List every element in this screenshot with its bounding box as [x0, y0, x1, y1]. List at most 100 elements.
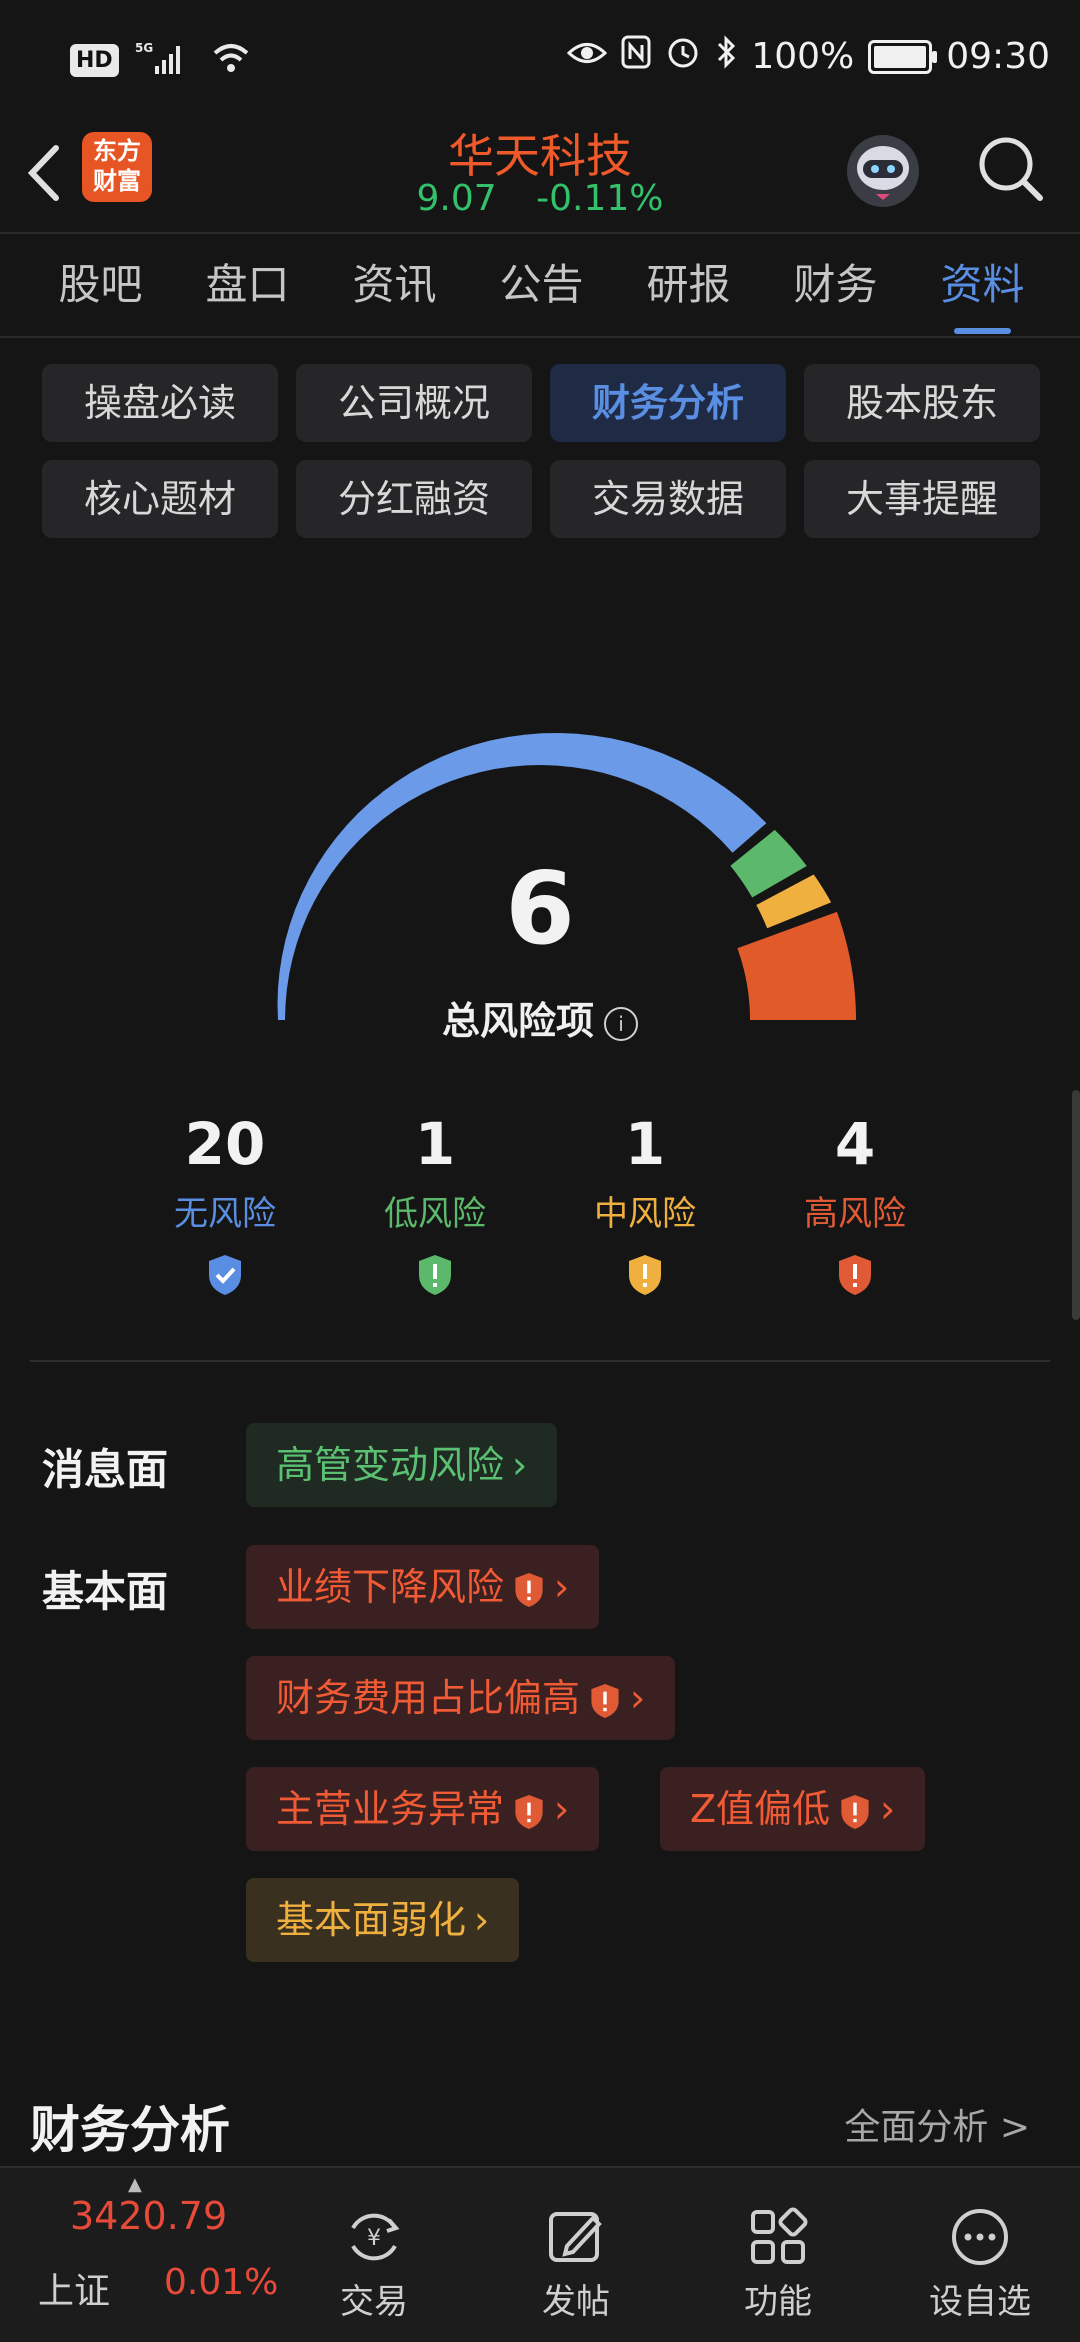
risk-stats: 20 无风险 1 低风险 1 中风险 4 高风险	[120, 1110, 960, 1301]
profile-subnav: 操盘必读 公司概况 财务分析 股本股东 核心题材 分红融资 交易数据 大事提醒	[42, 364, 1042, 538]
chip-events[interactable]: 大事提醒	[804, 460, 1040, 538]
tab-pankou[interactable]: 盘口	[174, 240, 321, 336]
main-tabs: 股吧 盘口 资讯 公告 研报 财务 资料	[0, 240, 1080, 336]
chip-trading-data[interactable]: 交易数据	[550, 460, 786, 538]
robot-assistant-icon[interactable]	[840, 128, 926, 214]
stock-header: 东方 财富 华天科技 9.07 -0.11%	[0, 120, 1080, 230]
risk-tag-label: Z值偏低	[690, 1787, 831, 1831]
expand-caret-icon[interactable]: ▲	[128, 2174, 142, 2195]
warning-shield-icon	[629, 1255, 661, 1295]
nav-add-watchlist[interactable]: 设自选	[880, 2206, 1080, 2323]
risk-tag-performance-decline[interactable]: 业绩下降风险 ›	[246, 1545, 600, 1629]
scrollbar[interactable]	[1072, 1090, 1080, 1320]
chip-core-themes[interactable]: 核心题材	[42, 460, 278, 538]
more-circle-icon	[952, 2209, 1008, 2265]
risk-tag-label: 基本面弱化	[276, 1898, 467, 1942]
risk-label: 无风险	[174, 1194, 276, 1234]
index-change[interactable]: 0.01%	[164, 2262, 278, 2303]
check-shield-icon	[209, 1255, 241, 1295]
chip-company-overview[interactable]: 公司概况	[296, 364, 532, 442]
yuan-cycle-icon: ¥	[351, 2213, 400, 2261]
chip-financial-analysis[interactable]: 财务分析	[550, 364, 786, 442]
battery-fill	[874, 45, 927, 68]
risk-gauge-svg	[277, 733, 856, 1020]
chip-shareholders[interactable]: 股本股东	[804, 364, 1040, 442]
alarm-icon	[665, 34, 701, 79]
risk-tag-main-business-abnormal[interactable]: 主营业务异常 ›	[246, 1767, 600, 1851]
risk-count: 4	[834, 1110, 876, 1178]
risk-label: 中风险	[594, 1194, 696, 1234]
nav-label: 设自选	[929, 2282, 1031, 2322]
warning-shield-icon	[515, 1794, 543, 1829]
risk-tag-fundamental-weakening[interactable]: 基本面弱化 ›	[246, 1878, 520, 1962]
signal-icon: 5G	[135, 40, 195, 80]
grid-icon	[751, 2207, 808, 2264]
index-name[interactable]: 上证	[38, 2262, 110, 2314]
risk-tag-label: 业绩下降风险	[276, 1565, 505, 1609]
nav-post[interactable]: 发帖	[476, 2206, 676, 2323]
5g-label: 5G	[135, 41, 153, 55]
tab-profile[interactable]: 资料	[909, 240, 1056, 336]
chevron-right-icon: ›	[554, 1565, 570, 1609]
risk-label: 高风险	[804, 1194, 906, 1234]
risk-stat-mid[interactable]: 1 中风险	[540, 1110, 750, 1301]
risk-tag-label: 高管变动风险	[276, 1443, 505, 1487]
tab-guba[interactable]: 股吧	[27, 240, 174, 336]
tab-finance[interactable]: 财务	[762, 240, 909, 336]
risk-count: 1	[414, 1110, 456, 1178]
warning-shield-icon	[419, 1255, 451, 1295]
divider	[0, 336, 1080, 338]
full-analysis-link[interactable]: 全面分析 >	[844, 2098, 1030, 2150]
chevron-right-icon: ›	[630, 1676, 646, 1720]
chevron-right-icon: ›	[474, 1898, 490, 1942]
nfc-icon	[621, 35, 651, 78]
chevron-right-icon: ›	[880, 1787, 896, 1831]
bluetooth-icon	[715, 34, 737, 79]
risk-tag-executive-change[interactable]: 高管变动风险 ›	[246, 1423, 558, 1507]
index-value[interactable]: 3420.79	[70, 2194, 227, 2238]
info-icon[interactable]: i	[604, 1006, 638, 1041]
stock-price: 9.07	[416, 178, 497, 219]
divider	[0, 232, 1080, 234]
risk-stat-high[interactable]: 4 高风险	[750, 1110, 960, 1301]
bottom-bar: ▲ 3420.79 上证 0.01% ¥ 交易 发帖 功能 设自选	[0, 2166, 1080, 2342]
warning-shield-icon	[841, 1794, 869, 1829]
nav-trade[interactable]: ¥ 交易	[274, 2206, 474, 2323]
fundamental-section-label: 基本面	[42, 1567, 169, 1616]
stock-change: -0.11%	[536, 178, 664, 219]
hd-icon: HD	[70, 43, 119, 77]
tab-news[interactable]: 资讯	[321, 240, 468, 336]
battery-icon	[868, 39, 938, 74]
news-tags: 高管变动风险 ›	[246, 1423, 558, 1507]
chip-dividends-financing[interactable]: 分红融资	[296, 460, 532, 538]
search-icon[interactable]	[976, 134, 1046, 204]
total-risk-label-text: 总风险项	[441, 999, 594, 1043]
risk-stat-low[interactable]: 1 低风险	[330, 1110, 540, 1301]
clock: 09:30	[946, 36, 1050, 77]
nav-label: 交易	[340, 2282, 408, 2322]
status-left: HD 5G	[70, 40, 251, 80]
wifi-icon	[211, 41, 251, 79]
battery-percent: 100%	[751, 36, 855, 77]
chip-trading-guide[interactable]: 操盘必读	[42, 364, 278, 442]
tab-research[interactable]: 研报	[615, 240, 762, 336]
risk-label: 低风险	[384, 1194, 486, 1234]
total-risk-count: 6	[505, 850, 575, 967]
chevron-right-icon: ›	[512, 1443, 528, 1487]
risk-gauge	[120, 600, 960, 1050]
nav-label: 功能	[744, 2282, 812, 2322]
warning-shield-icon	[515, 1572, 543, 1607]
nav-functions[interactable]: 功能	[678, 2206, 878, 2323]
total-risk-label[interactable]: 总风险项 i	[0, 990, 1080, 1045]
divider	[30, 1360, 1050, 1362]
nav-label: 发帖	[542, 2282, 610, 2322]
tab-announcements[interactable]: 公告	[468, 240, 615, 336]
risk-tag-label: 主营业务异常	[276, 1787, 505, 1831]
status-right: 100% 09:30	[567, 34, 1050, 79]
risk-tag-z-score-low[interactable]: Z值偏低 ›	[660, 1767, 926, 1851]
risk-count: 20	[184, 1110, 266, 1178]
eye-icon	[567, 36, 608, 77]
chevron-right-icon: ›	[554, 1787, 570, 1831]
risk-stat-none[interactable]: 20 无风险	[120, 1110, 330, 1301]
risk-tag-finance-cost-high[interactable]: 财务费用占比偏高 ›	[246, 1656, 676, 1740]
